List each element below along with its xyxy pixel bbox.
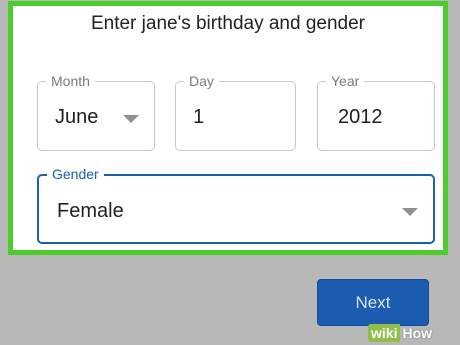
dialog-title: Enter jane's birthday and gender bbox=[90, 13, 366, 34]
month-label: Month bbox=[46, 73, 95, 89]
screen: Enter jane's birthday and gender Month J… bbox=[0, 0, 460, 345]
month-dropdown-arrow-icon[interactable] bbox=[123, 115, 139, 123]
year-value[interactable]: 2012 bbox=[338, 106, 383, 129]
gender-dropdown-arrow-icon[interactable] bbox=[402, 208, 418, 216]
watermark-how-text: How bbox=[402, 325, 433, 341]
watermark-wiki-text: wiki bbox=[368, 324, 401, 342]
wikihow-watermark: wiki How bbox=[368, 322, 458, 344]
month-select[interactable]: Month June bbox=[37, 73, 155, 151]
day-field[interactable]: Day 1 bbox=[175, 73, 296, 151]
month-value: June bbox=[55, 106, 99, 128]
birthday-gender-card: Enter jane's birthday and gender Month J… bbox=[8, 1, 448, 255]
gender-select[interactable]: Gender Female bbox=[37, 166, 435, 244]
day-label: Day bbox=[184, 73, 219, 89]
year-label: Year bbox=[326, 73, 365, 89]
gender-label: Gender bbox=[47, 166, 104, 182]
next-button[interactable]: Next bbox=[317, 279, 429, 326]
gender-value: Female bbox=[57, 200, 124, 222]
day-value[interactable]: 1 bbox=[193, 106, 204, 129]
year-field[interactable]: Year 2012 bbox=[317, 73, 435, 151]
